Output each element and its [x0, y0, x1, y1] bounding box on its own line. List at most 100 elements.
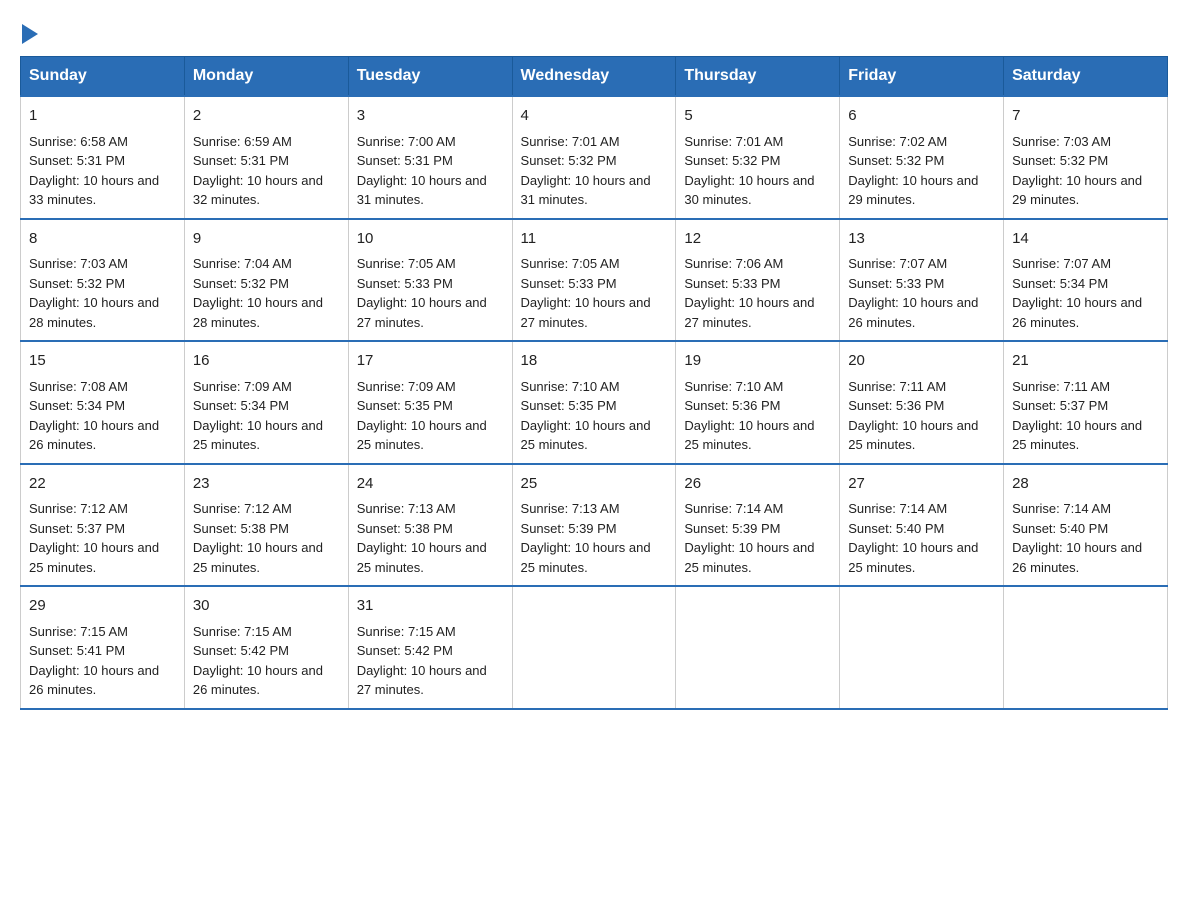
calendar-cell: 25Sunrise: 7:13 AMSunset: 5:39 PMDayligh… — [512, 464, 676, 587]
daylight-text: Daylight: 10 hours and 25 minutes. — [848, 418, 978, 453]
daylight-text: Daylight: 10 hours and 25 minutes. — [521, 418, 651, 453]
daylight-text: Daylight: 10 hours and 26 minutes. — [1012, 295, 1142, 330]
sunrise-text: Sunrise: 7:04 AM — [193, 256, 292, 271]
sunset-text: Sunset: 5:33 PM — [684, 276, 780, 291]
column-header-wednesday: Wednesday — [512, 57, 676, 97]
day-number: 14 — [1012, 228, 1159, 251]
day-number: 12 — [684, 228, 831, 251]
sunrise-text: Sunrise: 7:01 AM — [684, 134, 783, 149]
calendar-cell: 27Sunrise: 7:14 AMSunset: 5:40 PMDayligh… — [840, 464, 1004, 587]
sunset-text: Sunset: 5:36 PM — [848, 398, 944, 413]
daylight-text: Daylight: 10 hours and 26 minutes. — [193, 663, 323, 698]
sunset-text: Sunset: 5:32 PM — [684, 153, 780, 168]
daylight-text: Daylight: 10 hours and 25 minutes. — [521, 540, 651, 575]
day-number: 8 — [29, 228, 176, 251]
daylight-text: Daylight: 10 hours and 27 minutes. — [684, 295, 814, 330]
sunset-text: Sunset: 5:42 PM — [193, 643, 289, 658]
sunset-text: Sunset: 5:39 PM — [521, 521, 617, 536]
day-number: 2 — [193, 105, 340, 128]
calendar-cell: 10Sunrise: 7:05 AMSunset: 5:33 PMDayligh… — [348, 219, 512, 342]
calendar-cell: 3Sunrise: 7:00 AMSunset: 5:31 PMDaylight… — [348, 96, 512, 219]
daylight-text: Daylight: 10 hours and 27 minutes. — [521, 295, 651, 330]
day-number: 27 — [848, 473, 995, 496]
day-number: 29 — [29, 595, 176, 618]
sunrise-text: Sunrise: 7:10 AM — [684, 379, 783, 394]
calendar-week-row: 8Sunrise: 7:03 AMSunset: 5:32 PMDaylight… — [21, 219, 1168, 342]
daylight-text: Daylight: 10 hours and 25 minutes. — [848, 540, 978, 575]
column-header-friday: Friday — [840, 57, 1004, 97]
sunrise-text: Sunrise: 7:14 AM — [1012, 501, 1111, 516]
sunset-text: Sunset: 5:34 PM — [1012, 276, 1108, 291]
daylight-text: Daylight: 10 hours and 33 minutes. — [29, 173, 159, 208]
sunrise-text: Sunrise: 6:58 AM — [29, 134, 128, 149]
day-number: 10 — [357, 228, 504, 251]
sunset-text: Sunset: 5:38 PM — [193, 521, 289, 536]
sunrise-text: Sunrise: 7:07 AM — [1012, 256, 1111, 271]
daylight-text: Daylight: 10 hours and 31 minutes. — [357, 173, 487, 208]
calendar-cell — [1004, 586, 1168, 709]
calendar-cell: 31Sunrise: 7:15 AMSunset: 5:42 PMDayligh… — [348, 586, 512, 709]
daylight-text: Daylight: 10 hours and 32 minutes. — [193, 173, 323, 208]
daylight-text: Daylight: 10 hours and 30 minutes. — [684, 173, 814, 208]
daylight-text: Daylight: 10 hours and 25 minutes. — [357, 540, 487, 575]
calendar-cell: 15Sunrise: 7:08 AMSunset: 5:34 PMDayligh… — [21, 341, 185, 464]
sunrise-text: Sunrise: 7:11 AM — [1012, 379, 1110, 394]
daylight-text: Daylight: 10 hours and 29 minutes. — [848, 173, 978, 208]
sunrise-text: Sunrise: 7:09 AM — [193, 379, 292, 394]
calendar-cell: 29Sunrise: 7:15 AMSunset: 5:41 PMDayligh… — [21, 586, 185, 709]
daylight-text: Daylight: 10 hours and 25 minutes. — [193, 540, 323, 575]
logo — [20, 20, 38, 36]
sunrise-text: Sunrise: 7:13 AM — [357, 501, 456, 516]
sunrise-text: Sunrise: 7:07 AM — [848, 256, 947, 271]
sunrise-text: Sunrise: 7:15 AM — [29, 624, 128, 639]
sunset-text: Sunset: 5:33 PM — [521, 276, 617, 291]
sunrise-text: Sunrise: 7:00 AM — [357, 134, 456, 149]
calendar-cell: 9Sunrise: 7:04 AMSunset: 5:32 PMDaylight… — [184, 219, 348, 342]
day-number: 30 — [193, 595, 340, 618]
column-header-saturday: Saturday — [1004, 57, 1168, 97]
day-number: 23 — [193, 473, 340, 496]
sunrise-text: Sunrise: 7:14 AM — [848, 501, 947, 516]
sunset-text: Sunset: 5:40 PM — [1012, 521, 1108, 536]
day-number: 16 — [193, 350, 340, 373]
calendar-cell: 16Sunrise: 7:09 AMSunset: 5:34 PMDayligh… — [184, 341, 348, 464]
calendar-cell: 2Sunrise: 6:59 AMSunset: 5:31 PMDaylight… — [184, 96, 348, 219]
sunset-text: Sunset: 5:32 PM — [521, 153, 617, 168]
sunrise-text: Sunrise: 7:14 AM — [684, 501, 783, 516]
sunrise-text: Sunrise: 7:15 AM — [357, 624, 456, 639]
calendar-cell: 8Sunrise: 7:03 AMSunset: 5:32 PMDaylight… — [21, 219, 185, 342]
sunset-text: Sunset: 5:38 PM — [357, 521, 453, 536]
sunrise-text: Sunrise: 7:08 AM — [29, 379, 128, 394]
column-header-monday: Monday — [184, 57, 348, 97]
day-number: 11 — [521, 228, 668, 251]
daylight-text: Daylight: 10 hours and 29 minutes. — [1012, 173, 1142, 208]
logo-arrow-icon — [22, 24, 38, 44]
day-number: 28 — [1012, 473, 1159, 496]
sunrise-text: Sunrise: 7:01 AM — [521, 134, 620, 149]
day-number: 6 — [848, 105, 995, 128]
sunset-text: Sunset: 5:34 PM — [29, 398, 125, 413]
sunset-text: Sunset: 5:42 PM — [357, 643, 453, 658]
day-number: 26 — [684, 473, 831, 496]
calendar-cell: 30Sunrise: 7:15 AMSunset: 5:42 PMDayligh… — [184, 586, 348, 709]
daylight-text: Daylight: 10 hours and 25 minutes. — [357, 418, 487, 453]
calendar-cell: 17Sunrise: 7:09 AMSunset: 5:35 PMDayligh… — [348, 341, 512, 464]
sunset-text: Sunset: 5:32 PM — [1012, 153, 1108, 168]
calendar-table: SundayMondayTuesdayWednesdayThursdayFrid… — [20, 56, 1168, 710]
day-number: 13 — [848, 228, 995, 251]
column-header-thursday: Thursday — [676, 57, 840, 97]
daylight-text: Daylight: 10 hours and 25 minutes. — [684, 418, 814, 453]
day-number: 25 — [521, 473, 668, 496]
calendar-cell: 6Sunrise: 7:02 AMSunset: 5:32 PMDaylight… — [840, 96, 1004, 219]
sunrise-text: Sunrise: 7:10 AM — [521, 379, 620, 394]
sunrise-text: Sunrise: 6:59 AM — [193, 134, 292, 149]
daylight-text: Daylight: 10 hours and 31 minutes. — [521, 173, 651, 208]
daylight-text: Daylight: 10 hours and 25 minutes. — [193, 418, 323, 453]
daylight-text: Daylight: 10 hours and 27 minutes. — [357, 663, 487, 698]
calendar-cell: 18Sunrise: 7:10 AMSunset: 5:35 PMDayligh… — [512, 341, 676, 464]
calendar-header-row: SundayMondayTuesdayWednesdayThursdayFrid… — [21, 57, 1168, 97]
calendar-cell — [840, 586, 1004, 709]
day-number: 20 — [848, 350, 995, 373]
calendar-cell — [512, 586, 676, 709]
daylight-text: Daylight: 10 hours and 25 minutes. — [684, 540, 814, 575]
